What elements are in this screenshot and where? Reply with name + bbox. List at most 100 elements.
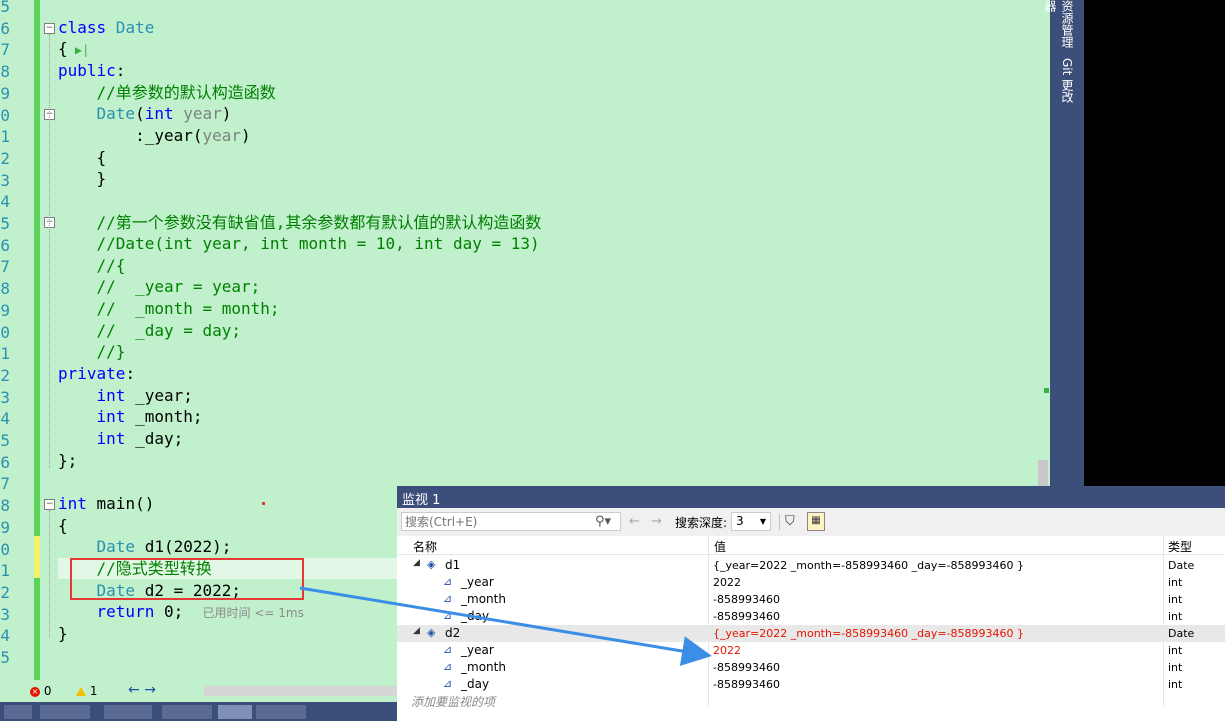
add-watch-item[interactable]: 添加要监视的项 xyxy=(411,693,495,710)
watch-row[interactable]: ◢ ◈ d1 {_year=2022 _month=-858993460 _da… xyxy=(397,557,1225,574)
navigate-buttons: ← → xyxy=(128,682,156,698)
watch-row[interactable]: ⊿ _day -858993460 int xyxy=(397,676,1225,693)
fold-main-button[interactable]: − xyxy=(44,499,55,510)
line-number: 9 xyxy=(0,83,10,103)
filter-icon[interactable]: ⛉ xyxy=(785,512,795,531)
collapse-arrow-icon[interactable]: ◢ xyxy=(413,558,420,568)
field-icon: ⊿ xyxy=(443,592,453,605)
watch-row[interactable]: ⊿ _year 2022 int xyxy=(397,574,1225,591)
line-number: 5 xyxy=(0,214,10,233)
watch-window: 监视 1 ⚲▾ ← → 搜索深度: 3▼ ⛉ ▦ 名称 值 类型 ◢ ◈ d1 … xyxy=(397,486,1225,721)
field-icon: ⊿ xyxy=(443,660,453,673)
object-icon: ◈ xyxy=(427,626,436,639)
watch-search-input[interactable] xyxy=(401,512,621,531)
code-line-20[interactable]: // _day = day; xyxy=(58,320,242,342)
watch-column-header: 名称 值 类型 xyxy=(397,536,1225,555)
error-count[interactable]: × 0 xyxy=(30,684,51,698)
fold-class-button[interactable]: − xyxy=(44,23,55,34)
code-line-28[interactable]: int main() xyxy=(58,493,154,515)
watch-row-selected[interactable]: ◢ ◈ d2 {_year=2022 _month=-858993460 _da… xyxy=(397,625,1225,642)
code-line-15[interactable]: //第一个参数没有缺省值,其余参数都有默认值的默认构造函数 xyxy=(58,212,542,234)
search-previous-icon[interactable]: ← xyxy=(629,512,640,531)
code-line-7[interactable]: { ▶| xyxy=(58,38,89,62)
line-number: 4 xyxy=(0,626,10,646)
watch-row[interactable]: ⊿ _day -858993460 int xyxy=(397,608,1225,625)
code-line-6[interactable]: class Date xyxy=(58,17,154,39)
code-line-24[interactable]: int _month; xyxy=(58,406,203,428)
warning-count[interactable]: 1 xyxy=(76,684,97,698)
toolbar-divider xyxy=(779,514,780,530)
search-icon[interactable]: ⚲▾ xyxy=(595,512,611,531)
code-line-23[interactable]: int _year; xyxy=(58,385,193,407)
line-number: 9 xyxy=(0,517,10,537)
navigate-forward-icon[interactable]: → xyxy=(144,682,156,698)
watch-row[interactable]: ⊿ _month -858993460 int xyxy=(397,591,1225,608)
column-type[interactable]: 类型 xyxy=(1168,538,1192,555)
bottom-tab[interactable] xyxy=(104,705,152,719)
code-line-17[interactable]: //{ xyxy=(58,255,126,277)
bottom-tab[interactable] xyxy=(40,705,90,719)
background-panel xyxy=(1084,0,1225,486)
run-to-click-icon[interactable]: ▶| xyxy=(68,43,89,57)
indent-guide xyxy=(49,34,51,468)
line-number: 0 xyxy=(0,539,10,559)
watch-row[interactable]: ⊿ _year 2022 int xyxy=(397,642,1225,659)
code-line-29[interactable]: { xyxy=(58,515,68,537)
line-number: 0 xyxy=(0,105,10,125)
code-line-18[interactable]: // _year = year; xyxy=(58,276,261,298)
line-number: 2 xyxy=(0,148,10,168)
code-line-30[interactable]: Date d1(2022); xyxy=(58,536,232,558)
bottom-tab[interactable] xyxy=(218,705,252,719)
code-line-10[interactable]: Date(int year) xyxy=(58,103,232,125)
code-line-9[interactable]: //单参数的默认构造函数 xyxy=(58,82,276,104)
line-number: 9 xyxy=(0,300,10,320)
line-number: 7 xyxy=(0,474,10,494)
code-line-26[interactable]: }; xyxy=(58,450,77,472)
line-number: 4 xyxy=(0,409,10,429)
line-number: 8 xyxy=(0,62,10,82)
line-number: 5 xyxy=(0,0,10,16)
line-number: 2 xyxy=(0,365,10,385)
solution-explorer-tab[interactable]: 资源管理器 xyxy=(1043,0,1076,48)
bottom-tab[interactable] xyxy=(162,705,212,719)
line-number: 3 xyxy=(0,387,10,407)
watch-row[interactable]: ⊿ _month -858993460 int xyxy=(397,659,1225,676)
collapse-arrow-icon[interactable]: ◢ xyxy=(413,626,420,636)
line-number: 8 xyxy=(0,279,10,299)
search-depth-select[interactable]: 3 ▼ xyxy=(731,512,771,531)
code-line-11[interactable]: :_year(year) xyxy=(58,125,251,147)
view-grid-icon[interactable]: ▦ xyxy=(807,512,825,531)
code-line-19[interactable]: // _month = month; xyxy=(58,298,280,320)
line-number: 8 xyxy=(0,496,10,516)
code-line-16[interactable]: //Date(int year, int month = 10, int day… xyxy=(58,233,540,255)
scrollbar-change-marker xyxy=(1044,388,1049,393)
git-changes-tab[interactable]: Git 更改 xyxy=(1058,58,1076,114)
field-icon: ⊿ xyxy=(443,677,453,690)
bottom-tab[interactable] xyxy=(256,705,306,719)
line-number: 1 xyxy=(0,127,10,147)
code-line-22[interactable]: private: xyxy=(58,363,135,385)
bottom-tool-tabs xyxy=(0,702,400,721)
search-next-icon[interactable]: → xyxy=(651,512,662,531)
navigate-back-icon[interactable]: ← xyxy=(128,682,140,698)
bottom-tab[interactable] xyxy=(4,705,32,719)
code-line-25[interactable]: int _day; xyxy=(58,428,184,450)
field-icon: ⊿ xyxy=(443,575,453,588)
column-name[interactable]: 名称 xyxy=(413,538,437,555)
line-number: 1 xyxy=(0,561,10,581)
search-depth-label: 搜索深度: xyxy=(675,516,728,530)
code-line-21[interactable]: //} xyxy=(58,341,126,363)
scrollbar-thumb[interactable] xyxy=(1038,460,1048,486)
code-line-33[interactable]: return 0; 已用时间 <= 1ms xyxy=(58,601,304,625)
watch-title-bar[interactable]: 监视 1 xyxy=(397,486,1225,508)
editor-vertical-scrollbar[interactable] xyxy=(1036,0,1050,486)
code-line-13[interactable]: } xyxy=(58,168,107,190)
line-number: 0 xyxy=(0,322,10,342)
line-number: 6 xyxy=(0,235,10,255)
code-line-8[interactable]: public: xyxy=(58,60,125,82)
code-line-12[interactable]: { xyxy=(58,147,107,169)
annotation-red-dot xyxy=(262,502,265,505)
horizontal-scrollbar[interactable] xyxy=(204,686,400,696)
column-value[interactable]: 值 xyxy=(714,538,726,555)
code-line-34[interactable]: } xyxy=(58,623,68,645)
